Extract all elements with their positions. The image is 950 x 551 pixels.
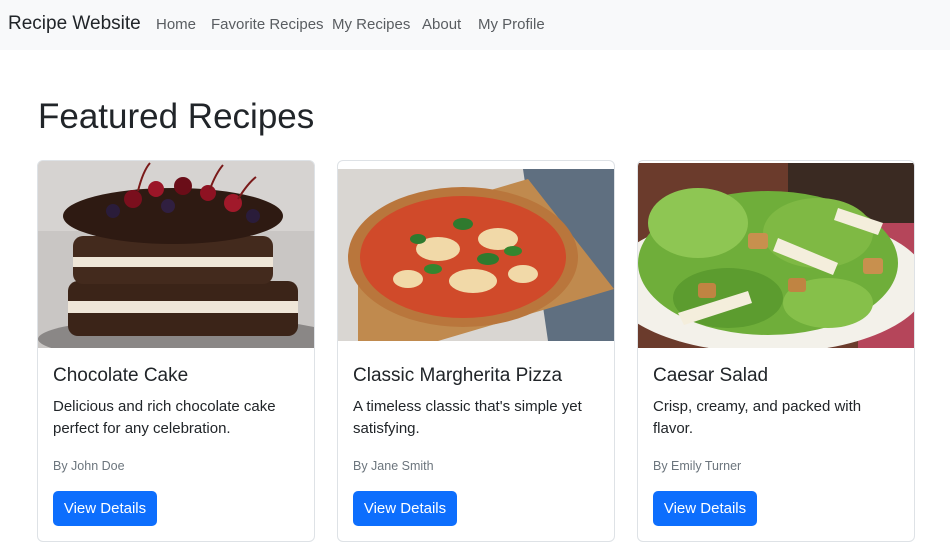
page-title: Featured Recipes	[38, 97, 315, 136]
nav-link-favorite-recipes[interactable]: Favorite Recipes	[211, 16, 324, 33]
nav-link-home[interactable]: Home	[156, 16, 196, 33]
view-details-button[interactable]: View Details	[53, 491, 157, 526]
nav-link-my-recipes[interactable]: My Recipes	[332, 16, 410, 33]
card-author: By John Doe	[53, 459, 125, 473]
recipe-card-chocolate-cake: Chocolate Cake Delicious and rich chocol…	[37, 160, 315, 542]
chocolate-cake-image	[38, 161, 314, 348]
caesar-salad-image	[638, 163, 914, 348]
card-author: By Jane Smith	[353, 459, 434, 473]
card-description: Delicious and rich chocolate cake perfec…	[53, 398, 276, 437]
navbar: Recipe Website Home Favorite Recipes My …	[0, 0, 950, 50]
recipe-card-margherita-pizza: Classic Margherita Pizza A timeless clas…	[337, 160, 615, 542]
view-details-button[interactable]: View Details	[653, 491, 757, 526]
nav-link-my-profile[interactable]: My Profile	[478, 16, 545, 33]
card-title: Classic Margherita Pizza	[353, 365, 563, 386]
card-description: A timeless classic that's simple yet sat…	[353, 398, 582, 437]
navbar-brand[interactable]: Recipe Website	[8, 13, 141, 35]
card-title: Chocolate Cake	[53, 365, 189, 386]
card-author: By Emily Turner	[653, 459, 742, 473]
view-details-button[interactable]: View Details	[353, 491, 457, 526]
card-description: Crisp, creamy, and packed with flavor.	[653, 398, 862, 437]
recipe-card-caesar-salad: Caesar Salad Crisp, creamy, and packed w…	[637, 160, 915, 542]
nav-link-about[interactable]: About	[422, 16, 461, 33]
pizza-image	[338, 169, 614, 341]
card-title: Caesar Salad	[653, 365, 769, 386]
